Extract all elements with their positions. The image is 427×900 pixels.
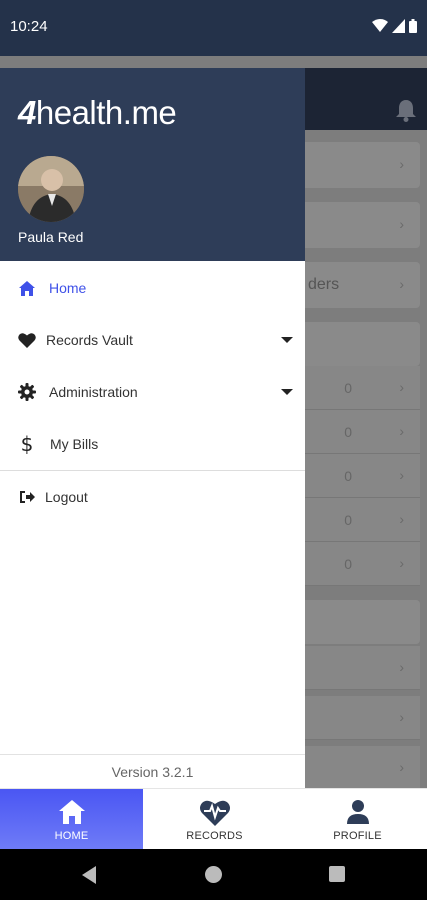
wifi-icon bbox=[372, 19, 388, 32]
app-logo: 4health.me bbox=[18, 94, 177, 131]
chevron-down-icon[interactable] bbox=[281, 337, 293, 343]
bell-icon bbox=[396, 100, 416, 122]
menu-item-label: Logout bbox=[45, 489, 88, 505]
chevron-down-icon[interactable] bbox=[281, 389, 293, 395]
avatar[interactable] bbox=[18, 156, 84, 222]
menu-item-my-bills[interactable]: $ My Bills bbox=[0, 418, 305, 470]
home-circle-icon[interactable] bbox=[205, 866, 222, 883]
tab-label: PROFILE bbox=[333, 830, 382, 842]
system-navigation-bar bbox=[0, 849, 427, 900]
menu-item-label: Administration bbox=[49, 384, 138, 400]
heart-icon bbox=[17, 330, 37, 350]
home-icon bbox=[58, 798, 85, 826]
menu-item-label: Records Vault bbox=[46, 332, 133, 348]
tab-home[interactable]: HOME bbox=[0, 789, 143, 850]
bottom-navigation: HOME RECORDS PROFILE bbox=[0, 788, 427, 850]
dollar-icon: $ bbox=[20, 432, 34, 456]
menu-item-home[interactable]: Home bbox=[0, 262, 305, 314]
status-bar: 10:24 bbox=[0, 0, 427, 56]
menu-item-logout[interactable]: Logout bbox=[0, 471, 305, 523]
tab-label: HOME bbox=[54, 830, 89, 842]
heart-pulse-icon bbox=[199, 798, 231, 826]
tab-records[interactable]: RECORDS bbox=[143, 789, 286, 850]
menu-item-administration[interactable]: Administration bbox=[0, 366, 305, 418]
menu-item-label: Home bbox=[49, 280, 87, 296]
tab-profile[interactable]: PROFILE bbox=[286, 789, 427, 850]
app-version: Version 3.2.1 bbox=[111, 764, 194, 780]
back-icon[interactable] bbox=[82, 866, 96, 884]
background-card-text: ders bbox=[308, 276, 340, 293]
person-icon bbox=[346, 798, 369, 826]
menu-item-records-vault[interactable]: Records Vault bbox=[0, 314, 305, 366]
gear-icon bbox=[17, 382, 37, 402]
logout-icon bbox=[17, 487, 37, 507]
menu-item-label: My Bills bbox=[50, 436, 99, 452]
version-divider bbox=[0, 754, 305, 755]
avatar-image bbox=[18, 156, 84, 222]
recents-icon[interactable] bbox=[329, 866, 345, 882]
status-icons bbox=[372, 19, 417, 33]
navigation-drawer: 4health.me Paula Red Home Records Vault bbox=[0, 68, 305, 788]
drawer-header: 4health.me Paula Red bbox=[0, 68, 305, 261]
status-time: 10:24 bbox=[10, 18, 48, 35]
home-icon bbox=[17, 278, 37, 298]
battery-icon bbox=[409, 19, 417, 33]
tab-label: RECORDS bbox=[186, 830, 243, 842]
user-name: Paula Red bbox=[18, 229, 84, 245]
signal-icon bbox=[392, 19, 405, 33]
